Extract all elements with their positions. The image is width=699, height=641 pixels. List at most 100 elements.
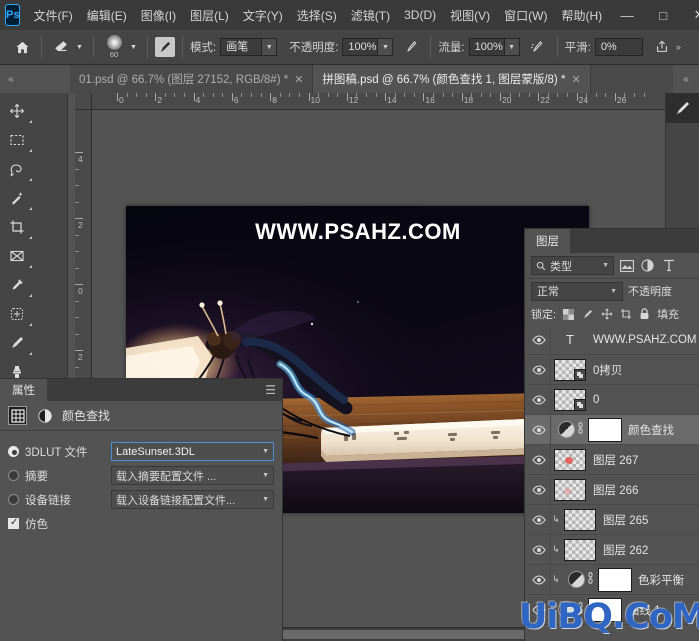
marquee-tool[interactable] xyxy=(0,125,34,154)
layer-mask-thumbnail[interactable] xyxy=(588,597,622,622)
frame-tool[interactable] xyxy=(0,241,34,270)
layer-visibility-eye-icon[interactable] xyxy=(527,504,551,535)
flow-chevron-icon[interactable]: ▼ xyxy=(504,38,520,56)
close-button[interactable]: ✕ xyxy=(681,0,699,30)
layer-visibility-eye-icon[interactable] xyxy=(527,325,551,355)
airbrush-icon[interactable] xyxy=(526,35,550,59)
eyedropper-tool[interactable] xyxy=(0,270,34,299)
lock-position-icon[interactable] xyxy=(600,307,613,321)
menu-filter[interactable]: 滤镜(T) xyxy=(344,3,397,28)
menu-window[interactable]: 窗口(W) xyxy=(497,3,554,28)
layer-row[interactable]: ↳ 图层 262 xyxy=(525,534,699,565)
mask-link-icon[interactable] xyxy=(575,422,586,437)
mask-link-icon[interactable] xyxy=(575,602,586,617)
chevron-down-icon[interactable]: ▼ xyxy=(610,288,617,295)
menu-edit[interactable]: 编辑(E) xyxy=(80,3,134,28)
layer-row[interactable]: 曲线 1 xyxy=(525,594,699,625)
brush-panel-icon[interactable] xyxy=(155,37,175,57)
maximize-button[interactable]: □ xyxy=(645,0,681,30)
lock-transparency-icon[interactable] xyxy=(562,307,575,321)
menu-3d[interactable]: 3D(D) xyxy=(397,4,443,26)
layer-thumbnail[interactable] xyxy=(554,478,586,501)
layer-row[interactable]: ↳ 图层 265 xyxy=(525,504,699,535)
adjustment-filter-icon[interactable] xyxy=(639,256,656,275)
layer-filter-type[interactable]: 类型 ▼ xyxy=(531,256,614,275)
checkbox-dither[interactable] xyxy=(8,517,19,529)
layer-visibility-eye-icon[interactable] xyxy=(527,534,551,565)
flow-value[interactable]: 100% xyxy=(468,38,505,56)
menu-help[interactable]: 帮助(H) xyxy=(554,3,609,28)
menu-file[interactable]: 文件(F) xyxy=(26,3,79,28)
adjustment-layer-icon[interactable] xyxy=(558,601,575,618)
pressure-opacity-icon[interactable] xyxy=(399,35,423,59)
layer-visibility-eye-icon[interactable] xyxy=(527,354,551,385)
brush-presets-icon[interactable] xyxy=(666,93,699,123)
layer-row[interactable]: 图层 266 xyxy=(525,474,699,505)
radio-abstract[interactable] xyxy=(8,470,19,481)
document-tab-pintugao[interactable]: 拼图稿.psd @ 66.7% (颜色查找 1, 图层蒙版/8) * ✕ xyxy=(313,65,591,93)
layer-row[interactable]: 颜色查找 xyxy=(525,414,699,445)
chevron-down-icon[interactable]: ▼ xyxy=(258,472,269,479)
share-icon[interactable] xyxy=(650,35,674,59)
eraser-icon[interactable] xyxy=(49,35,73,59)
opacity-chevron-icon[interactable]: ▼ xyxy=(378,38,394,56)
layer-visibility-eye-icon[interactable] xyxy=(527,384,551,415)
horizontal-ruler[interactable]: 0 2 4 6 8 10 12 14 16 18 20 22 24 26 xyxy=(75,93,665,110)
tab-close-icon[interactable]: ✕ xyxy=(294,73,303,86)
layer-row[interactable]: 0拷贝 xyxy=(525,354,699,385)
menu-type[interactable]: 文字(Y) xyxy=(236,3,290,28)
ruler-corner[interactable] xyxy=(75,93,92,110)
mode-chevron-icon[interactable]: ▼ xyxy=(262,38,278,56)
layer-row[interactable]: T WWW.PSAHZ.COM xyxy=(525,325,699,355)
chevron-down-icon[interactable]: ▼ xyxy=(602,262,609,269)
lasso-tool[interactable] xyxy=(0,154,34,183)
opacity-value[interactable]: 100% xyxy=(342,38,379,56)
menu-select[interactable]: 选择(S) xyxy=(290,3,344,28)
patch-tool[interactable] xyxy=(0,299,34,328)
tab-close-icon[interactable]: ✕ xyxy=(571,73,580,86)
layer-row[interactable]: 0 xyxy=(525,384,699,415)
collapse-right-icon[interactable]: « xyxy=(673,65,699,93)
image-filter-icon[interactable] xyxy=(618,256,635,275)
chevron-down-icon[interactable]: ▼ xyxy=(258,496,269,503)
layer-visibility-eye-icon[interactable] xyxy=(527,594,551,625)
adjustment-layer-icon[interactable] xyxy=(558,421,575,438)
layer-visibility-eye-icon[interactable] xyxy=(527,444,551,475)
layer-mask-thumbnail[interactable] xyxy=(588,417,622,442)
type-filter-icon[interactable] xyxy=(660,256,677,275)
crop-tool[interactable] xyxy=(0,212,34,241)
tool-preset-chevron-icon[interactable]: ▼ xyxy=(73,35,86,59)
layer-thumbnail[interactable] xyxy=(554,358,586,381)
layer-thumbnail[interactable] xyxy=(564,508,596,531)
layer-thumbnail[interactable] xyxy=(554,448,586,471)
magic-wand-tool[interactable] xyxy=(0,183,34,212)
chevron-down-icon[interactable]: ▼ xyxy=(258,448,269,455)
select-device-link[interactable]: 载入设备链接配置文件... ▼ xyxy=(111,490,274,509)
layer-visibility-eye-icon[interactable] xyxy=(527,474,551,505)
minimize-button[interactable]: — xyxy=(609,0,645,30)
radio-device-link[interactable] xyxy=(8,494,19,505)
adjustment-layer-icon[interactable] xyxy=(568,571,585,588)
brush-tool[interactable] xyxy=(0,328,34,357)
layer-row[interactable]: 图层 267 xyxy=(525,444,699,475)
smoothing-value[interactable]: 0% xyxy=(594,38,643,56)
layer-row[interactable]: ↳ 色彩平衡 xyxy=(525,564,699,595)
layer-thumbnail[interactable] xyxy=(564,538,596,561)
layer-list[interactable]: T WWW.PSAHZ.COM 0拷贝 0 颜色查找 图层 267 图层 266 ↳ 图层 26… xyxy=(525,325,699,641)
options-overflow[interactable]: » xyxy=(676,42,681,52)
select-abstract-profile[interactable]: 载入摘要配置文件 ... ▼ xyxy=(111,466,274,485)
layer-thumbnail[interactable] xyxy=(554,388,586,411)
lock-artboard-icon[interactable] xyxy=(619,307,632,321)
select-3dlut-file[interactable]: LateSunset.3DL ▼ xyxy=(111,442,274,461)
lock-all-icon[interactable] xyxy=(638,307,651,321)
menu-image[interactable]: 图像(I) xyxy=(134,3,183,28)
home-icon[interactable] xyxy=(10,35,34,59)
lock-image-icon[interactable] xyxy=(581,307,594,321)
blend-mode-select[interactable]: 正常 ▼ xyxy=(531,281,623,301)
menu-view[interactable]: 视图(V) xyxy=(443,3,497,28)
mask-link-icon[interactable] xyxy=(585,572,596,587)
move-tool[interactable] xyxy=(0,96,34,125)
brush-preview[interactable]: 60 xyxy=(101,34,127,60)
document-tab-01[interactable]: 01.psd @ 66.7% (图层 27152, RGB/8#) * ✕ xyxy=(70,65,314,93)
layer-visibility-eye-icon[interactable] xyxy=(527,414,551,445)
